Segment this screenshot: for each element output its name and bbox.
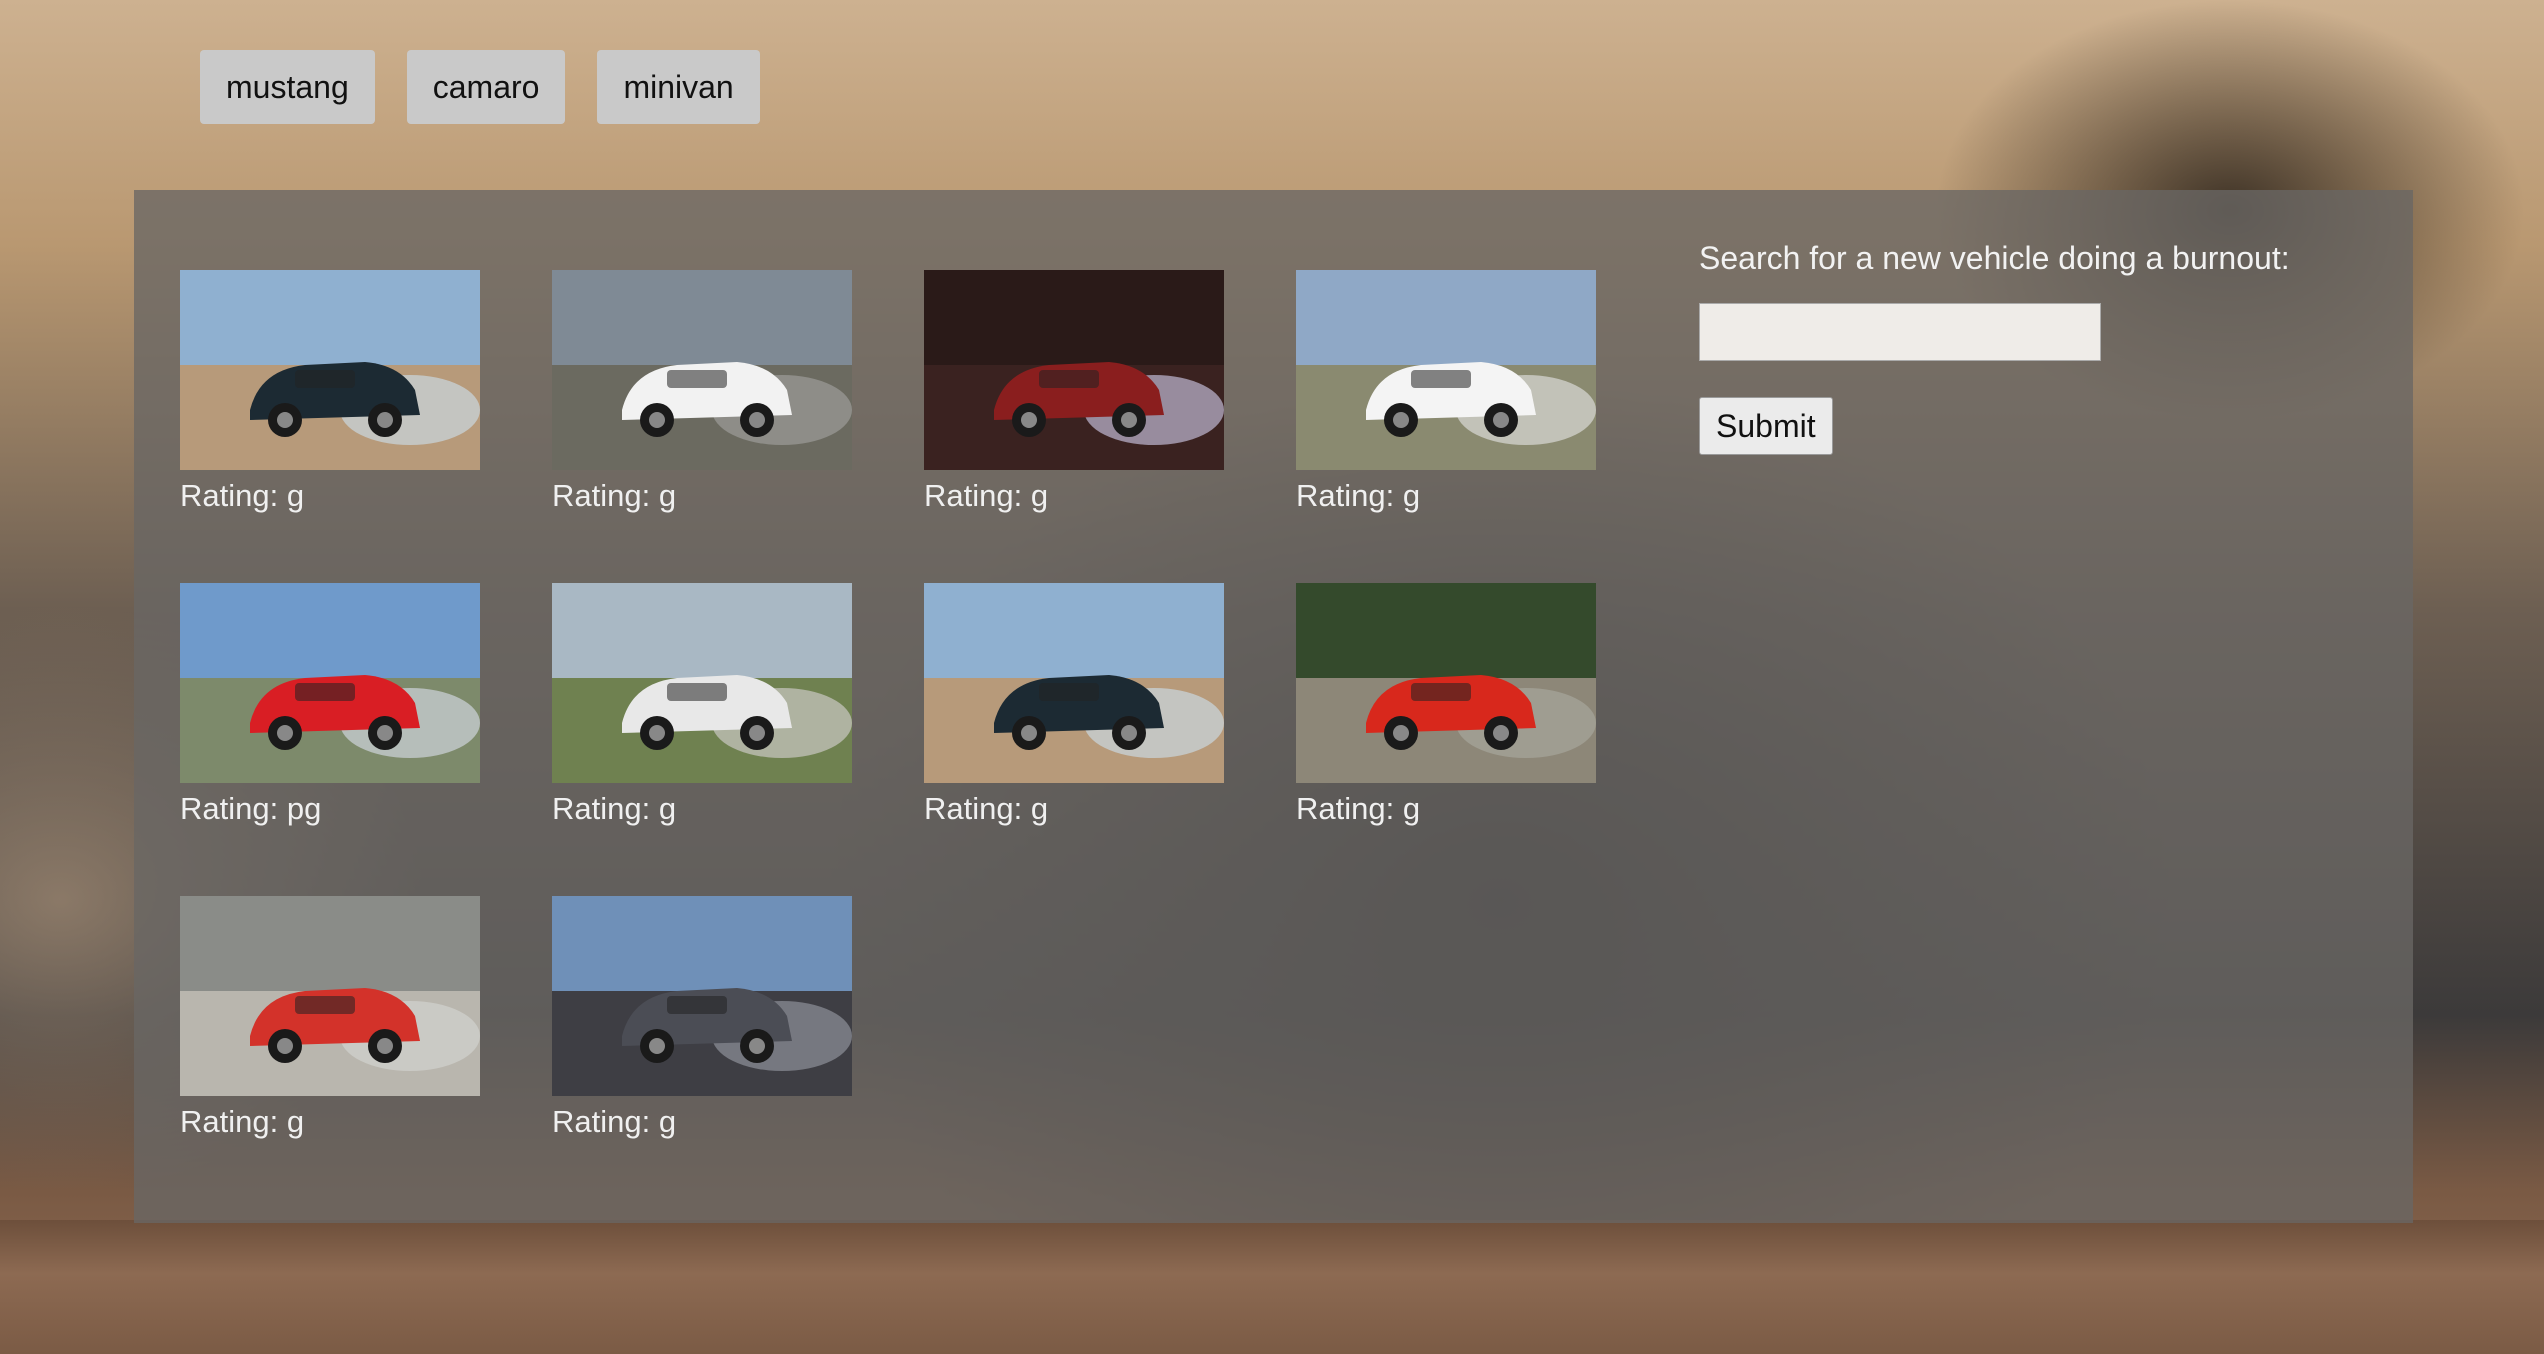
gallery-card: Rating: g	[180, 896, 480, 1140]
gif-thumbnail[interactable]	[552, 583, 852, 783]
gallery-card: Rating: g	[552, 270, 852, 514]
gallery-card: Rating: pg	[180, 583, 480, 827]
gallery-card: Rating: g	[924, 270, 1224, 514]
rating-label: Rating: g	[180, 1104, 305, 1139]
gallery-card: Rating: g	[1296, 583, 1596, 827]
gif-thumbnail[interactable]	[180, 896, 480, 1096]
tag-bar: mustang camaro minivan	[200, 50, 760, 124]
gif-thumbnail[interactable]	[552, 896, 852, 1096]
rating-label: Rating: pg	[180, 791, 322, 826]
gif-thumbnail[interactable]	[924, 270, 1224, 470]
gallery-card: Rating: g	[552, 583, 852, 827]
search-label: Search for a new vehicle doing a burnout…	[1699, 240, 2290, 276]
gif-thumbnail[interactable]	[552, 270, 852, 470]
rating-label: Rating: g	[924, 791, 1049, 826]
background-ground	[0, 1220, 2544, 1354]
rating-label: Rating: g	[552, 478, 677, 513]
tag-button-mustang[interactable]: mustang	[200, 50, 375, 124]
search-form: Search for a new vehicle doing a burnout…	[1699, 240, 2290, 455]
gif-thumbnail[interactable]	[180, 270, 480, 470]
tag-button-minivan[interactable]: minivan	[597, 50, 760, 124]
search-input[interactable]	[1699, 303, 2101, 361]
rating-label: Rating: g	[552, 1104, 677, 1139]
tag-button-camaro[interactable]: camaro	[406, 50, 566, 124]
content-panel: Rating: g Rating: g Rating: g Rating: g Rati…	[134, 190, 2413, 1223]
gif-thumbnail[interactable]	[1296, 270, 1596, 470]
rating-label: Rating: g	[924, 478, 1049, 513]
rating-label: Rating: g	[1296, 791, 1421, 826]
gif-thumbnail[interactable]	[1296, 583, 1596, 783]
rating-label: Rating: g	[180, 478, 305, 513]
gallery-card: Rating: g	[552, 896, 852, 1140]
submit-button[interactable]: Submit	[1699, 397, 1833, 455]
gif-thumbnail[interactable]	[924, 583, 1224, 783]
rating-label: Rating: g	[1296, 478, 1421, 513]
gallery-card: Rating: g	[924, 583, 1224, 827]
gallery-card: Rating: g	[1296, 270, 1596, 514]
gallery-card: Rating: g	[180, 270, 480, 514]
rating-label: Rating: g	[552, 791, 677, 826]
gif-thumbnail[interactable]	[180, 583, 480, 783]
